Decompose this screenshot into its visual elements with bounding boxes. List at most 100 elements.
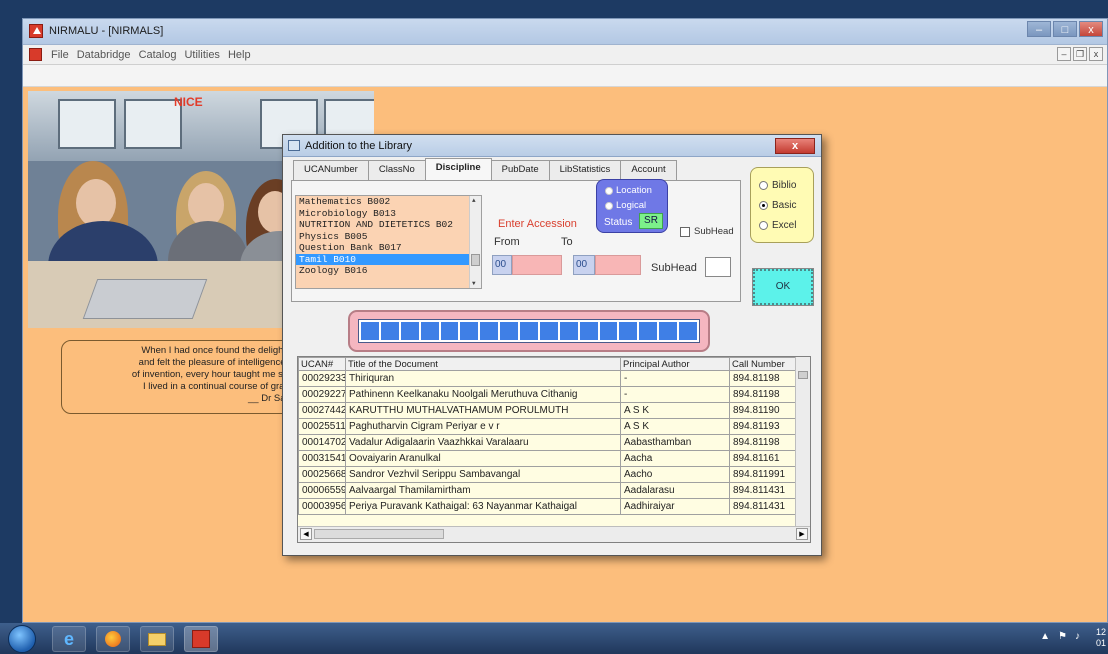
cell-ucan[interactable]: 00031541: [298, 450, 346, 467]
menu-help[interactable]: Help: [228, 49, 251, 61]
tab-account[interactable]: Account: [620, 160, 677, 180]
internet-explorer-icon[interactable]: e: [52, 626, 86, 652]
clock[interactable]: 12 01: [1096, 627, 1106, 649]
flag-icon[interactable]: ⚑: [1058, 631, 1067, 642]
cell-author[interactable]: A S K: [620, 418, 730, 435]
scroll-thumb[interactable]: [471, 254, 480, 266]
cell-callnumber[interactable]: 894.811991: [729, 466, 797, 483]
cell-title[interactable]: Pathinenn Keelkanaku Noolgali Meruthuva …: [345, 386, 621, 403]
grid-vertical-scrollbar[interactable]: [795, 357, 810, 527]
table-row[interactable]: 00014702 Vadalur Adigalaarin Vaazhkkai Va…: [298, 434, 797, 451]
close-window-button[interactable]: x: [1079, 21, 1103, 37]
excel-radio[interactable]: Excel: [759, 220, 796, 231]
cell-author[interactable]: -: [620, 370, 730, 387]
tab-libstatistics[interactable]: LibStatistics: [548, 160, 622, 180]
dialog-close-button[interactable]: x: [775, 138, 815, 154]
subhead-input[interactable]: [705, 257, 731, 277]
cell-title[interactable]: Aalvaargal Thamilamirtham: [345, 482, 621, 499]
logical-radio[interactable]: Logical: [605, 200, 646, 211]
mdi-child-icon[interactable]: [29, 48, 42, 61]
cell-ucan[interactable]: 00006559: [298, 482, 346, 499]
table-row[interactable]: 00029233 Thiriquran -894.81198: [298, 370, 797, 387]
cell-callnumber[interactable]: 894.81198: [729, 370, 797, 387]
cell-author[interactable]: Aabasthamban: [620, 434, 730, 451]
cell-callnumber[interactable]: 894.81198: [729, 434, 797, 451]
mdi-close-button[interactable]: x: [1089, 47, 1103, 61]
column-header-ucan[interactable]: UCAN#: [298, 357, 346, 371]
cell-title[interactable]: Thiriquran: [345, 370, 621, 387]
network-icon[interactable]: ▲: [1040, 631, 1050, 642]
table-row[interactable]: 00003956 Periya Puravank Kathaigal: 63 Na…: [298, 498, 797, 515]
maximize-button[interactable]: □: [1053, 21, 1077, 37]
cell-title[interactable]: Periya Puravank Kathaigal: 63 Nayanmar K…: [345, 498, 621, 515]
list-item[interactable]: Question Bank B017: [296, 242, 481, 254]
tab-pubdate[interactable]: PubDate: [490, 160, 550, 180]
cell-title[interactable]: Paghutharvin Cigram Periyar e v r: [345, 418, 621, 435]
scroll-left-icon[interactable]: ◀: [300, 528, 312, 540]
cell-callnumber[interactable]: 894.81193: [729, 418, 797, 435]
minimize-button[interactable]: –: [1027, 21, 1051, 37]
menu-catalog[interactable]: Catalog: [139, 49, 177, 61]
cell-title[interactable]: Sandror Vezhvil Serippu Sambavangal: [345, 466, 621, 483]
file-explorer-icon[interactable]: [140, 626, 174, 652]
cell-callnumber[interactable]: 894.811431: [729, 482, 797, 499]
list-item[interactable]: Microbiology B013: [296, 208, 481, 220]
cell-ucan[interactable]: 00025511: [298, 418, 346, 435]
cell-author[interactable]: Aacha: [620, 450, 730, 467]
to-accession-input[interactable]: [595, 255, 641, 275]
status-input[interactable]: SR: [639, 213, 663, 229]
cell-ucan[interactable]: 00003956: [298, 498, 346, 515]
list-item[interactable]: Mathematics B002: [296, 196, 481, 208]
table-row[interactable]: 00025668 Sandror Vezhvil Serippu Sambavan…: [298, 466, 797, 483]
scroll-up-icon[interactable]: ▲: [472, 197, 476, 204]
basic-radio[interactable]: Basic: [759, 200, 796, 211]
cell-author[interactable]: Aacho: [620, 466, 730, 483]
menu-file[interactable]: File: [51, 49, 69, 61]
tab-classno[interactable]: ClassNo: [367, 160, 426, 180]
table-row[interactable]: 00025511 Paghutharvin Cigram Periyar e v …: [298, 418, 797, 435]
cell-title[interactable]: KARUTTHU MUTHALVATHAMUM PORULMUTH: [345, 402, 621, 419]
cell-ucan[interactable]: 00025668: [298, 466, 346, 483]
scroll-thumb[interactable]: [314, 529, 444, 539]
cell-ucan[interactable]: 00029227: [298, 386, 346, 403]
ok-button[interactable]: OK: [752, 268, 814, 306]
cell-author[interactable]: A S K: [620, 402, 730, 419]
cell-callnumber[interactable]: 894.81198: [729, 386, 797, 403]
listbox-scrollbar[interactable]: ▲ ▼: [469, 196, 481, 288]
biblio-radio[interactable]: Biblio: [759, 180, 796, 191]
cell-author[interactable]: Aadhiraiyar: [620, 498, 730, 515]
subhead-checkbox[interactable]: SubHead: [680, 226, 734, 237]
table-row[interactable]: 00027442 KARUTTHU MUTHALVATHAMUM PORULMUT…: [298, 402, 797, 419]
location-radio[interactable]: Location: [605, 185, 652, 196]
mdi-restore-button[interactable]: ❐: [1073, 47, 1087, 61]
table-row[interactable]: 00029227 Pathinenn Keelkanaku Noolgali Me…: [298, 386, 797, 403]
firefox-icon[interactable]: [96, 626, 130, 652]
list-item[interactable]: Zoology B016: [296, 265, 481, 277]
column-header-author[interactable]: Principal Author: [620, 357, 730, 371]
scroll-down-icon[interactable]: ▼: [472, 280, 476, 287]
mdi-minimize-button[interactable]: –: [1057, 47, 1071, 61]
column-header-title[interactable]: Title of the Document: [345, 357, 621, 371]
grid-horizontal-scrollbar[interactable]: ◀ ▶: [298, 526, 810, 542]
library-app-icon[interactable]: [184, 626, 218, 652]
scroll-right-icon[interactable]: ▶: [796, 528, 808, 540]
column-header-callnumber[interactable]: Call Number: [729, 357, 797, 371]
cell-callnumber[interactable]: 894.81161: [729, 450, 797, 467]
menu-databridge[interactable]: Databridge: [77, 49, 131, 61]
cell-ucan[interactable]: 00029233: [298, 370, 346, 387]
cell-title[interactable]: Vadalur Adigalaarin Vaazhkkai Varalaaru: [345, 434, 621, 451]
start-orb-icon[interactable]: [8, 625, 36, 653]
cell-author[interactable]: Aadalarasu: [620, 482, 730, 499]
table-row[interactable]: 00006559 Aalvaargal Thamilamirtham Aadalar…: [298, 482, 797, 499]
list-item-selected[interactable]: Tamil B010: [296, 253, 481, 265]
scroll-thumb[interactable]: [798, 371, 808, 379]
tab-ucanumber[interactable]: UCANumber: [293, 160, 369, 180]
tab-discipline[interactable]: Discipline: [424, 158, 492, 180]
cell-callnumber[interactable]: 894.81190: [729, 402, 797, 419]
cell-ucan[interactable]: 00014702: [298, 434, 346, 451]
discipline-listbox[interactable]: Mathematics B002 Microbiology B013 NUTRI…: [295, 195, 482, 289]
volume-icon[interactable]: ♪: [1075, 631, 1080, 642]
table-row[interactable]: 00031541 Oovaiyarin Aranulkal Aacha 894.811…: [298, 450, 797, 467]
cell-callnumber[interactable]: 894.811431: [729, 498, 797, 515]
from-accession-input[interactable]: [512, 255, 562, 275]
